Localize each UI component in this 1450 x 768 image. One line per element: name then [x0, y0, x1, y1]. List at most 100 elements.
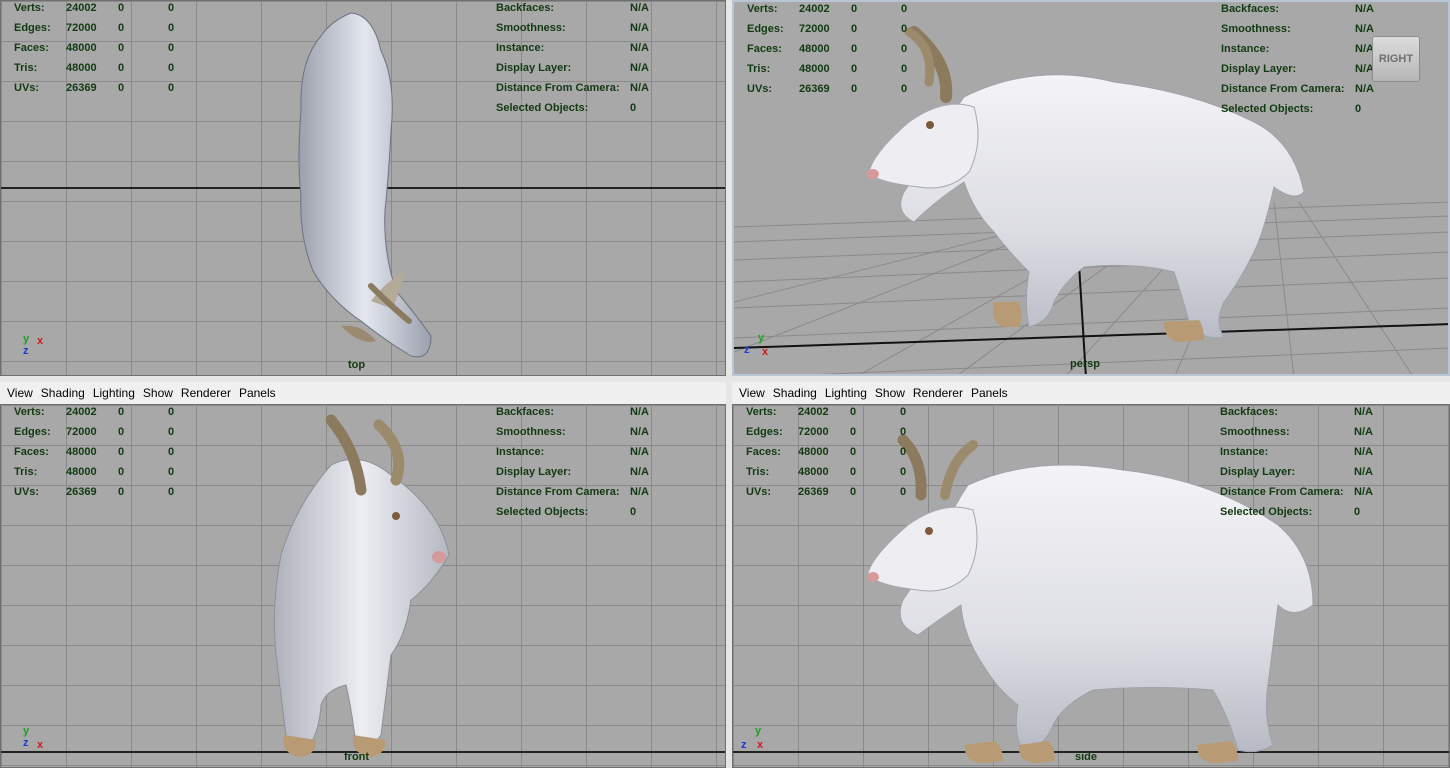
menu-view[interactable]: View [735, 384, 769, 402]
panel-side: View Shading Lighting Show Renderer Panels Ve… [732, 382, 1450, 768]
hud-stat-row: UVs: 26369 0 0 [14, 78, 218, 98]
hud-detail-value: N/A [630, 446, 649, 458]
viewport-front[interactable]: Verts: 24002 0 0 Edges: 72000 0 0 Faces: 48000 0 0 T… [0, 404, 726, 768]
hud-stat-row: Verts: 24002 0 0 [14, 405, 218, 422]
hud-stat-b: 0 [168, 22, 175, 34]
hud-stat-row: UVs: 26369 0 0 [746, 482, 950, 502]
menu-shading[interactable]: Shading [37, 384, 89, 402]
hud-detail-row: Selected Objects: 0 [1221, 99, 1374, 119]
hud-detail-row: Smoothness: N/A [496, 422, 649, 442]
hud-object-details: Backfaces: N/A Smoothness: N/A Instance: N/A D… [1220, 405, 1373, 522]
menu-lighting[interactable]: Lighting [821, 384, 871, 402]
menu-panels[interactable]: Panels [967, 384, 1012, 402]
hud-stat-value: 72000 [798, 426, 829, 438]
hud-stat-value: 72000 [799, 23, 830, 35]
hud-detail-label: Instance: [496, 42, 545, 54]
hud-detail-row: Instance: N/A [1221, 39, 1374, 59]
hud-stat-label: Faces: [14, 446, 49, 458]
hud-detail-row: Selected Objects: 0 [496, 502, 649, 522]
hud-stat-b: 0 [168, 446, 175, 458]
viewport-side[interactable]: Verts: 24002 0 0 Edges: 72000 0 0 Faces: 48000 0 0 T… [732, 404, 1450, 768]
hud-detail-row: Backfaces: N/A [1220, 405, 1373, 422]
hud-detail-label: Smoothness: [1221, 23, 1291, 35]
hud-detail-value: N/A [1355, 83, 1374, 95]
hud-detail-row: Display Layer: N/A [496, 58, 649, 78]
hud-stat-value: 24002 [798, 406, 829, 418]
viewport-menubar: View Shading Lighting Show Renderer Panels [732, 382, 1450, 405]
camera-label: side [1075, 751, 1098, 763]
hud-detail-row: Smoothness: N/A [1221, 19, 1374, 39]
axis-z-label: z [23, 737, 29, 749]
hud-stat-a: 0 [850, 466, 857, 478]
hud-detail-label: Smoothness: [496, 22, 566, 34]
view-cube[interactable]: RIGHT [1372, 36, 1420, 82]
menu-lighting[interactable]: Lighting [89, 384, 139, 402]
hud-poly-stats: Verts: 24002 0 0 Edges: 72000 0 0 Faces: 48000 0 0 T… [14, 405, 218, 502]
viewport-persp[interactable]: Verts: 24002 0 0 Edges: 72000 0 0 Faces: 48000 0 0 T… [732, 0, 1450, 376]
hud-stat-label: UVs: [14, 486, 40, 498]
hud-stat-a: 0 [118, 22, 125, 34]
menu-renderer[interactable]: Renderer [177, 384, 235, 402]
hud-detail-label: Display Layer: [496, 62, 572, 74]
hud-stat-row: Verts: 24002 0 0 [747, 2, 951, 19]
hud-detail-row: Smoothness: N/A [1220, 422, 1373, 442]
axis-z-label: z [23, 345, 29, 357]
hud-stat-row: Edges: 72000 0 0 [14, 18, 218, 38]
hud-stat-value: 48000 [799, 63, 830, 75]
hud-detail-label: Distance From Camera: [496, 486, 620, 498]
hud-detail-value: N/A [630, 426, 649, 438]
hud-detail-label: Distance From Camera: [1220, 486, 1344, 498]
hud-stat-label: Faces: [747, 43, 782, 55]
hud-stat-row: Faces: 48000 0 0 [747, 39, 951, 59]
hud-detail-value: N/A [1355, 23, 1374, 35]
hud-stat-value: 26369 [798, 486, 829, 498]
hud-detail-label: Selected Objects: [496, 506, 589, 518]
hud-stat-label: Edges: [746, 426, 783, 438]
hud-detail-row: Selected Objects: 0 [496, 98, 649, 118]
viewport-top[interactable]: Verts: 24002 0 0 Edges: 72000 0 0 Faces: 48000 0 0 T… [0, 0, 726, 376]
menu-show[interactable]: Show [871, 384, 909, 402]
menu-renderer[interactable]: Renderer [909, 384, 967, 402]
hud-detail-row: Instance: N/A [496, 442, 649, 462]
hud-detail-value: N/A [630, 62, 649, 74]
hud-detail-value: 0 [1355, 103, 1362, 115]
menu-panels[interactable]: Panels [235, 384, 280, 402]
hud-stat-row: Tris: 48000 0 0 [747, 59, 951, 79]
hud-detail-row: Backfaces: N/A [1221, 2, 1374, 19]
hud-detail-value: N/A [630, 466, 649, 478]
axis-x-label: x [762, 346, 769, 358]
hud-poly-stats: Verts: 24002 0 0 Edges: 72000 0 0 Faces: 48000 0 0 T… [746, 405, 950, 502]
hud-detail-value: N/A [1354, 466, 1373, 478]
hud-detail-label: Distance From Camera: [1221, 83, 1345, 95]
hud-stat-row: Edges: 72000 0 0 [747, 19, 951, 39]
hud-stat-value: 48000 [66, 42, 97, 54]
hud-detail-row: Display Layer: N/A [1221, 59, 1374, 79]
menu-view[interactable]: View [3, 384, 37, 402]
hud-stat-b: 0 [168, 486, 175, 498]
hud-stat-b: 0 [900, 466, 907, 478]
axis-y-label: y [23, 333, 30, 345]
menu-shading[interactable]: Shading [769, 384, 821, 402]
axis-y-label: y [755, 725, 762, 737]
hud-detail-value: N/A [630, 486, 649, 498]
hud-stat-value: 26369 [66, 486, 97, 498]
hud-stat-label: Tris: [14, 466, 38, 478]
hud-detail-label: Backfaces: [496, 2, 555, 14]
hud-stat-b: 0 [168, 42, 175, 54]
hud-detail-row: Distance From Camera: N/A [496, 78, 649, 98]
hud-stat-value: 48000 [66, 466, 97, 478]
hud-stat-a: 0 [850, 426, 857, 438]
hud-detail-value: 0 [630, 506, 637, 518]
hud-stat-value: 24002 [66, 2, 97, 14]
hud-detail-label: Display Layer: [496, 466, 572, 478]
hud-stat-b: 0 [901, 3, 908, 15]
hud-detail-label: Smoothness: [496, 426, 566, 438]
hud-stat-b: 0 [900, 406, 907, 418]
axis-indicator: y x z [744, 332, 772, 360]
hud-stat-label: Edges: [747, 23, 784, 35]
hud-stat-value: 48000 [799, 43, 830, 55]
menu-show[interactable]: Show [139, 384, 177, 402]
hud-stat-label: Edges: [14, 426, 51, 438]
axis-indicator: y x z [21, 333, 49, 361]
hud-stat-row: Edges: 72000 0 0 [746, 422, 950, 442]
